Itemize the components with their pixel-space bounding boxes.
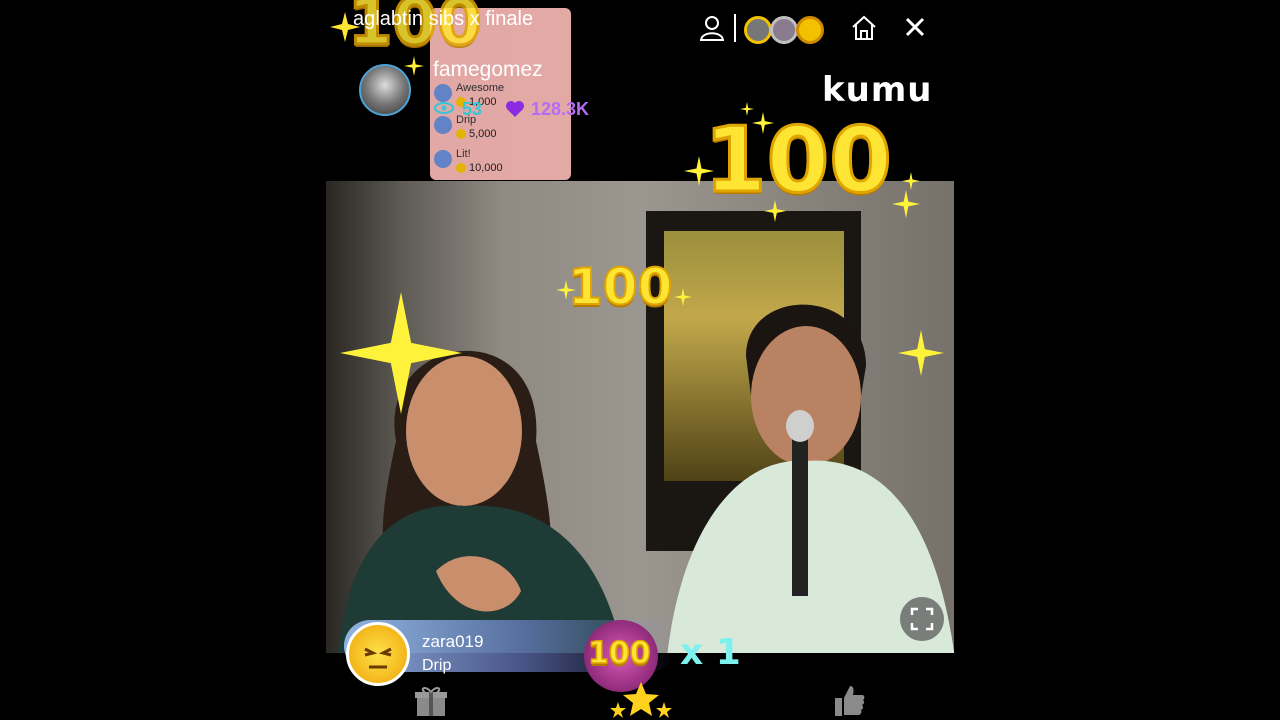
sparkle-icon	[752, 112, 774, 134]
video-stream[interactable]	[326, 181, 954, 653]
coin-icon	[456, 163, 466, 174]
sparkle-icon	[674, 288, 692, 306]
sparkle-icon	[556, 280, 576, 300]
gift-label: Lit!	[456, 148, 471, 160]
thumbs-up-icon[interactable]	[832, 682, 866, 718]
brand-logo: kumu	[822, 70, 933, 110]
big-number-right: 100	[703, 107, 894, 215]
commenter-name: zara019	[422, 632, 484, 651]
gift-thumbnail-icon	[434, 116, 452, 134]
gift-price: 5,000	[469, 128, 497, 140]
fullscreen-icon[interactable]	[900, 597, 944, 641]
sparkle-icon	[404, 56, 424, 76]
gift-icon[interactable]	[414, 684, 448, 718]
gift-thumbnail-icon	[434, 84, 452, 102]
sparkle-icon	[764, 200, 786, 222]
heart-icon	[506, 101, 524, 117]
sparkle-icon	[684, 156, 714, 186]
gift-label: Awesome	[456, 82, 505, 94]
home-icon[interactable]	[850, 14, 878, 42]
sparkle-icon	[892, 190, 920, 218]
viewer-count: 53	[462, 99, 483, 119]
gift-badge-number: 100	[587, 635, 651, 672]
emoji-face-icon	[364, 647, 392, 669]
sparkle-icon	[340, 292, 462, 414]
eye-icon	[434, 102, 454, 114]
star-icon[interactable]	[608, 680, 674, 720]
sparkle-icon	[898, 330, 944, 376]
host-name[interactable]: famegomez	[433, 58, 543, 82]
coin-icon	[456, 129, 466, 140]
comment-gift-name: Drip	[422, 657, 452, 674]
big-number-mid: 100	[567, 257, 673, 317]
stream-title: aglabtin sibs x finale	[353, 8, 534, 30]
top-viewers-list[interactable]	[744, 14, 824, 46]
viewer-avatar[interactable]	[796, 16, 824, 44]
viewer-avatar[interactable]	[770, 16, 798, 44]
profile-icon[interactable]	[698, 14, 726, 42]
sparkle-icon	[330, 12, 360, 42]
gift-combo-count: x 1	[680, 632, 741, 673]
heart-count: 128.3K	[531, 99, 590, 119]
gift-price: 10,000	[469, 162, 503, 174]
sparkle-icon	[902, 172, 920, 190]
commenter-avatar[interactable]	[346, 622, 410, 686]
gift-item-lit[interactable]: Lit! 10,000	[434, 148, 503, 174]
close-icon[interactable]	[904, 16, 926, 38]
sparkle-icon	[740, 102, 754, 116]
divider	[734, 14, 736, 42]
gift-thumbnail-icon	[434, 150, 452, 168]
viewer-avatar[interactable]	[744, 16, 772, 44]
